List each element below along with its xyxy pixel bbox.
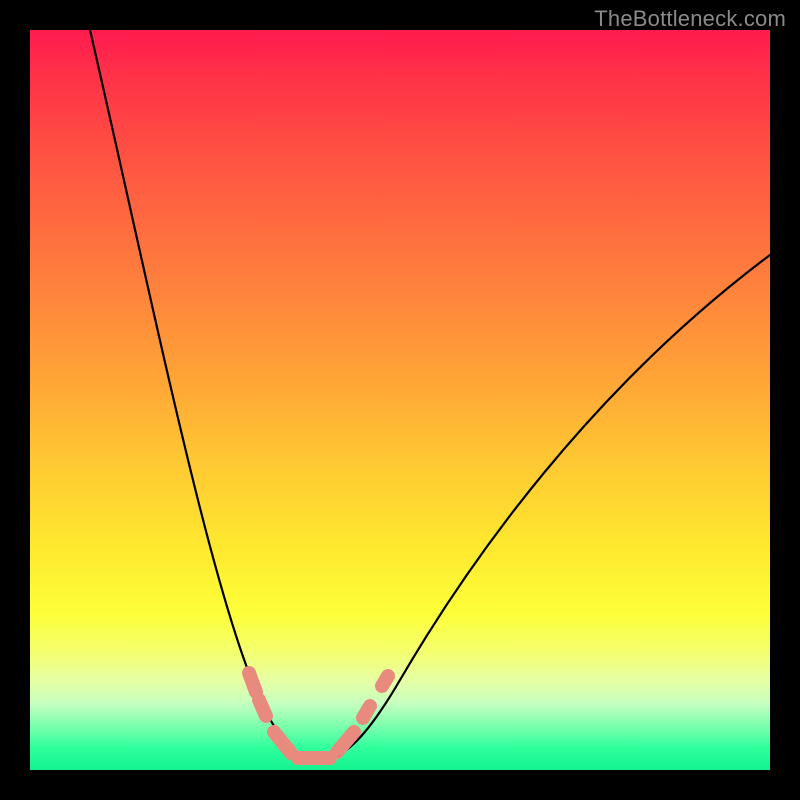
highlight-seg-4 <box>337 732 354 752</box>
highlight-seg-5 <box>363 706 370 718</box>
highlight-segments <box>249 673 388 758</box>
highlight-seg-2 <box>274 732 291 753</box>
plot-area <box>30 30 770 770</box>
highlight-seg-1 <box>259 700 266 716</box>
outer-frame: TheBottleneck.com <box>0 0 800 800</box>
black-v-curve <box>90 30 770 760</box>
highlight-seg-6 <box>382 676 388 686</box>
watermark-text: TheBottleneck.com <box>594 6 786 32</box>
highlight-seg-0 <box>249 673 256 692</box>
chart-svg <box>30 30 770 770</box>
